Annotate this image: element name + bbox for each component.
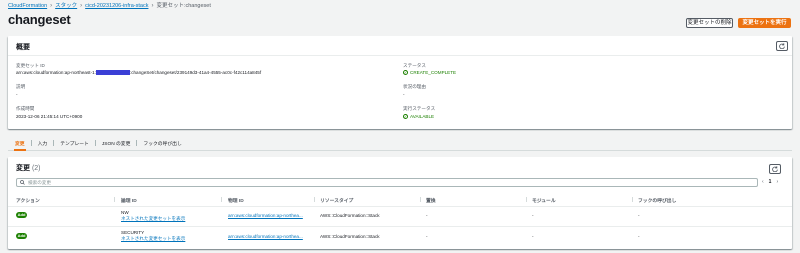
changeset-id-prefix: arn:aws:cloudformation:ap-northeast-1: bbox=[16, 70, 96, 75]
exec-status-value: ✓ AVAILABLE bbox=[403, 114, 434, 119]
page-title: changeset bbox=[8, 12, 71, 27]
breadcrumb-current: 変更セット:changeset bbox=[156, 3, 211, 9]
page-number[interactable]: 1 bbox=[769, 179, 772, 185]
breadcrumb-stack[interactable]: cicd-20231206-infra-stack bbox=[85, 1, 148, 11]
changes-heading: 変更 (2) bbox=[16, 163, 41, 173]
header-divider bbox=[8, 206, 792, 207]
created-label: 作成時間 bbox=[16, 106, 35, 111]
delete-changeset-button[interactable]: 変更セットの削除 bbox=[686, 18, 733, 28]
status-value: ✓ CREATE_COMPLETE bbox=[403, 70, 456, 75]
column-divider bbox=[526, 197, 527, 202]
action-badge: Add bbox=[16, 212, 27, 218]
changes-heading-text: 変更 bbox=[16, 165, 30, 172]
column-header-resource-type[interactable]: リソースタイプ bbox=[320, 197, 353, 204]
chevron-right-icon[interactable]: › bbox=[776, 179, 778, 185]
column-header-hooks[interactable]: フックの呼び出し bbox=[638, 197, 676, 204]
refresh-button[interactable] bbox=[769, 164, 781, 174]
chevron-left-icon[interactable]: ‹ bbox=[762, 179, 764, 185]
changes-panel: 変更 (2) 検索の変更 ‹ 1 › アクション 論理 ID 物理 ID リソー… bbox=[8, 157, 792, 249]
nested-changeset-link[interactable]: ネストされた変更セットを表示 bbox=[121, 216, 185, 222]
exec-status-text: AVAILABLE bbox=[410, 114, 435, 119]
tab-divider bbox=[53, 140, 55, 146]
pagination: ‹ 1 › bbox=[762, 179, 778, 185]
row-divider bbox=[8, 226, 792, 227]
status-text: CREATE_COMPLETE bbox=[410, 70, 457, 75]
success-icon: ✓ bbox=[403, 113, 408, 119]
column-header-logical-id[interactable]: 論理 ID bbox=[121, 197, 137, 204]
physical-id-link[interactable]: arn:aws:cloudformation:ap-northea... bbox=[228, 234, 303, 239]
resource-type: AWS::CloudFormation::Stack bbox=[320, 234, 380, 239]
changes-count: (2) bbox=[31, 165, 41, 172]
tab-inputs[interactable]: 入力 bbox=[38, 140, 48, 147]
resource-type: AWS::CloudFormation::Stack bbox=[320, 213, 380, 218]
search-icon bbox=[20, 180, 25, 185]
column-header-module[interactable]: モジュール bbox=[532, 197, 556, 204]
column-header-action[interactable]: アクション bbox=[16, 197, 40, 204]
status-reason-label: 状況の理由 bbox=[403, 84, 426, 89]
changeset-id-suffix: :changeSet/changeset/239149d3-41a4-4555-… bbox=[129, 70, 262, 75]
module: - bbox=[532, 234, 534, 239]
status-reason-value: - bbox=[403, 92, 405, 97]
refresh-button[interactable] bbox=[776, 41, 788, 51]
created-value: 2023-12-06 21:45:14 UTC+0900 bbox=[16, 114, 83, 119]
changeset-id-label: 変更セット ID bbox=[16, 63, 45, 68]
tab-hook-invocations[interactable]: フックの呼び出し bbox=[143, 140, 181, 147]
status-label: ステータス bbox=[403, 63, 426, 68]
breadcrumb-stacks[interactable]: スタック bbox=[55, 1, 77, 11]
tab-template[interactable]: テンプレート bbox=[60, 140, 89, 147]
logical-id: SECURITY bbox=[121, 230, 145, 235]
search-placeholder: 検索の変更 bbox=[28, 179, 51, 185]
column-divider bbox=[114, 197, 115, 202]
description-label: 説明 bbox=[16, 84, 26, 89]
module: - bbox=[532, 213, 534, 218]
physical-id-link[interactable]: arn:aws:cloudformation:ap-northea... bbox=[228, 213, 303, 218]
column-divider bbox=[420, 197, 421, 202]
tab-underline bbox=[8, 150, 792, 151]
changeset-id-value: arn:aws:cloudformation:ap-northeast-1: :c… bbox=[16, 70, 262, 76]
hook-invocations: - bbox=[638, 234, 640, 239]
chevron-right-icon: › bbox=[80, 3, 83, 9]
tab-changes[interactable]: 変更 bbox=[15, 140, 25, 147]
column-header-physical-id[interactable]: 物理 ID bbox=[228, 197, 244, 204]
chevron-right-icon: › bbox=[50, 3, 53, 9]
divider bbox=[8, 55, 792, 56]
hook-invocations: - bbox=[638, 213, 640, 218]
logical-id: NW bbox=[121, 210, 129, 215]
tab-bar: 変更 入力 テンプレート JSON の変更 フックの呼び出し bbox=[8, 136, 792, 150]
tab-divider bbox=[94, 140, 96, 146]
refresh-icon bbox=[779, 43, 785, 49]
chevron-right-icon: › bbox=[151, 3, 154, 9]
redacted-account-id bbox=[95, 70, 130, 76]
success-icon: ✓ bbox=[403, 69, 408, 75]
description-value: - bbox=[16, 92, 18, 97]
overview-panel: 概要 変更セット ID arn:aws:cloudformation:ap-no… bbox=[8, 36, 792, 129]
refresh-icon bbox=[772, 166, 778, 172]
overview-heading: 概要 bbox=[16, 44, 30, 51]
active-tab-indicator bbox=[14, 149, 26, 151]
replacement: - bbox=[426, 234, 428, 239]
column-divider bbox=[221, 197, 222, 202]
tab-divider bbox=[136, 140, 138, 146]
tab-divider bbox=[30, 140, 32, 146]
column-header-replacement[interactable]: 置換 bbox=[426, 197, 436, 204]
nested-changeset-link[interactable]: ネストされた変更セットを表示 bbox=[121, 236, 185, 242]
breadcrumb: CloudFormation › スタック › cicd-20231206-in… bbox=[8, 1, 211, 11]
exec-status-label: 実行ステータス bbox=[403, 106, 436, 111]
execute-changeset-button[interactable]: 変更セットを実行 bbox=[738, 18, 791, 28]
column-divider bbox=[632, 197, 633, 202]
replacement: - bbox=[426, 213, 428, 218]
tab-json-changes[interactable]: JSON の変更 bbox=[102, 140, 131, 147]
action-badge: Add bbox=[16, 233, 27, 239]
column-divider bbox=[314, 197, 315, 202]
breadcrumb-cloudformation[interactable]: CloudFormation bbox=[8, 1, 47, 11]
search-input[interactable]: 検索の変更 bbox=[16, 178, 758, 187]
